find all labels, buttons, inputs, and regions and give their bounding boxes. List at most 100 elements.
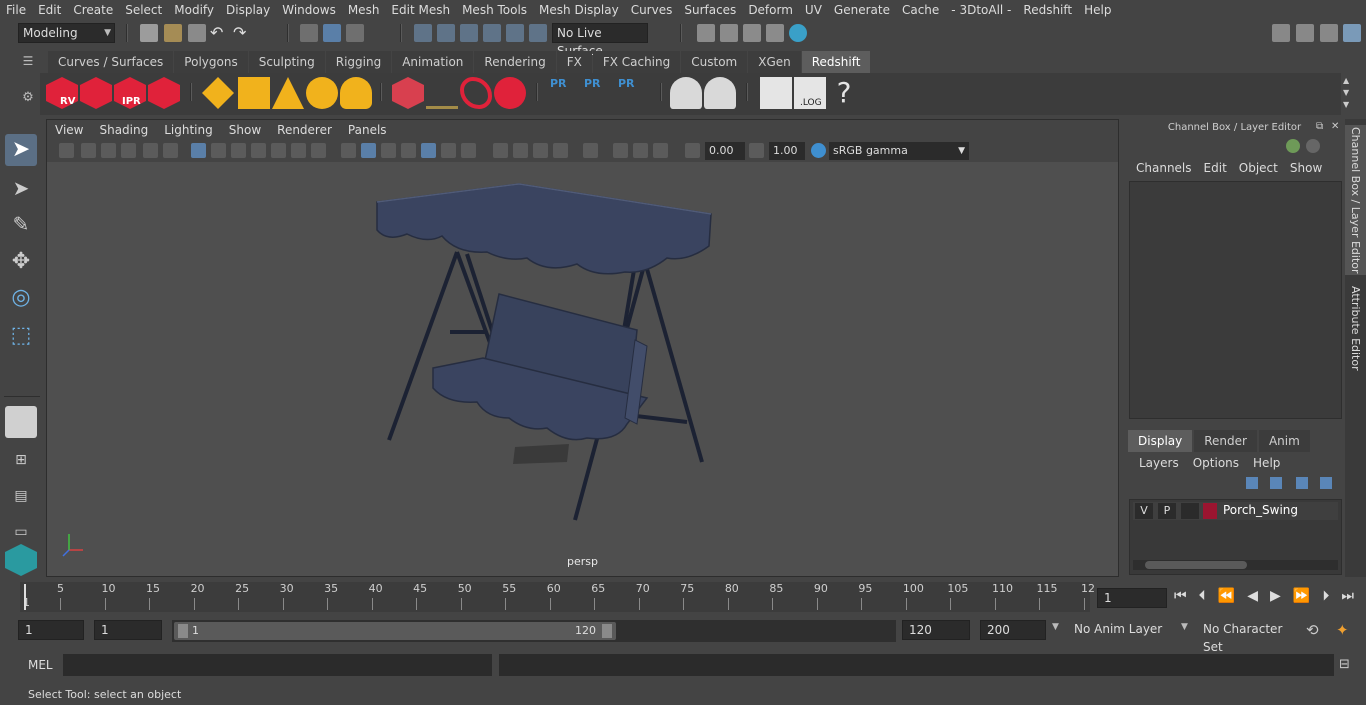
shelf-tab-rigging[interactable]: Rigging [325,51,392,73]
current-frame-marker[interactable] [24,584,26,610]
snap-curve-icon[interactable] [437,24,455,42]
snap-surface-icon[interactable] [506,24,524,42]
scene-canvas[interactable] [47,162,1118,576]
redshift-material-icon[interactable] [494,77,526,109]
panel-close-icon[interactable]: ✕ [1331,121,1339,132]
animation-preferences-icon[interactable]: ✦ [1336,621,1349,639]
shelf-tab-polygons[interactable]: Polygons [174,51,248,73]
menu-edit[interactable]: Edit [32,0,67,20]
shadows-icon[interactable] [461,143,476,158]
menu-redshift[interactable]: Redshift [1017,0,1078,20]
menu-curves[interactable]: Curves [625,0,679,20]
menu-mesh-tools[interactable]: Mesh Tools [456,0,533,20]
outliner-icon[interactable] [1296,24,1314,42]
wireframe-icon[interactable] [341,143,356,158]
snap-grid-icon[interactable] [414,24,432,42]
camera-attributes-icon[interactable] [81,143,96,158]
shelf-tab-fx[interactable]: FX [556,51,592,73]
new-scene-icon[interactable] [140,24,158,42]
layer-tab-anim[interactable]: Anim [1258,430,1310,452]
move-layer-down-icon[interactable] [1270,477,1282,489]
layer-type-toggle[interactable] [1181,503,1199,519]
range-slider[interactable]: 1 120 [172,620,896,642]
script-language-label[interactable]: MEL [28,658,53,672]
redshift-render-view-icon[interactable]: RV [46,77,78,109]
outliner-layout-icon[interactable]: ▭ [5,516,37,548]
menu-uv[interactable]: UV [799,0,828,20]
menu-create[interactable]: Create [67,0,119,20]
viewport-menu-renderer[interactable]: Renderer [269,120,340,140]
create-empty-layer-icon[interactable] [1296,477,1308,489]
depth-of-field-icon[interactable] [553,143,568,158]
end-time-field[interactable]: 200 [980,620,1046,640]
create-layer-from-selected-icon[interactable] [1320,477,1332,489]
render-frame-icon[interactable] [720,24,738,42]
shelf-tab-xgen[interactable]: XGen [748,51,801,73]
redshift-grid-icon[interactable] [238,77,270,109]
log-icon[interactable]: .LOG [794,77,826,109]
channel-box-menu-show[interactable]: Show [1284,161,1328,175]
help-icon[interactable]: ? [828,77,860,109]
redshift-pie-settings-icon[interactable] [704,77,736,109]
render-view-icon[interactable] [697,24,715,42]
layer-menu-layers[interactable]: Layers [1132,456,1186,470]
render-settings-icon[interactable] [766,24,784,42]
channel-box-menu-channels[interactable]: Channels [1130,161,1198,175]
shelf-tab-redshift[interactable]: Redshift [801,51,871,73]
image-plane-icon[interactable] [121,143,136,158]
move-layer-up-icon[interactable] [1246,477,1258,489]
color-space-select[interactable]: sRGB gamma ▼ [829,142,969,160]
shelf-settings-icon[interactable]: ⚙ [18,90,38,108]
chevron-down-icon[interactable]: ▼ [1181,622,1188,632]
step-back-frame-icon[interactable]: ⏴ [1199,588,1206,608]
paint-select-tool-icon[interactable]: ✎ [5,208,37,240]
redshift-pie-icon[interactable] [670,77,702,109]
toggle-panels-icon[interactable] [1320,24,1338,42]
shelf-menu-icon[interactable]: ☰ [18,54,38,72]
bookmark-icon[interactable] [101,143,116,158]
viewport-menu-show[interactable]: Show [221,120,269,140]
menu-surfaces[interactable]: Surfaces [678,0,742,20]
color-management-icon[interactable] [811,143,826,158]
playback-start-field[interactable]: 1 [94,620,162,640]
channel-box-menu-edit[interactable]: Edit [1198,161,1233,175]
step-forward-key-icon[interactable]: ⏩ [1293,588,1310,608]
ipr-render-icon[interactable] [743,24,761,42]
menu-help[interactable]: Help [1078,0,1117,20]
viewport-panel[interactable]: View Shading Lighting Show Renderer Panels 0.… [46,119,1119,577]
use-all-lights-icon[interactable] [441,143,456,158]
layer-menu-options[interactable]: Options [1186,456,1246,470]
redshift-spot-light-icon[interactable] [272,77,304,109]
shelf-scroll[interactable]: ▲ ▼ ▼ [1343,75,1353,113]
open-scene-icon[interactable] [164,24,182,42]
layer-tab-render[interactable]: Render [1194,430,1257,452]
viewport-menu-shading[interactable]: Shading [91,120,156,140]
menu-edit-mesh[interactable]: Edit Mesh [385,0,456,20]
redshift-ipr-icon[interactable]: IPR [114,77,146,109]
workspace-icon[interactable] [1272,24,1290,42]
playback-end-field[interactable]: 120 [902,620,970,640]
screen-space-ao-icon[interactable] [493,143,508,158]
menu-deform[interactable]: Deform [742,0,799,20]
gamma-field[interactable]: 1.00 [769,142,805,160]
menu-file[interactable]: File [0,0,32,20]
layer-tab-display[interactable]: Display [1128,430,1193,452]
live-surface-field[interactable]: No Live Surface [552,23,648,58]
xray-active-icon[interactable] [633,143,648,158]
viewport-menu-panels[interactable]: Panels [340,120,395,140]
smooth-shade-icon[interactable] [361,143,376,158]
go-to-end-icon[interactable]: ⏭ [1341,588,1354,608]
move-tool-icon[interactable]: ✥ [5,246,37,278]
grid-icon[interactable] [191,143,206,158]
grease-pencil-icon[interactable] [163,143,178,158]
go-to-start-icon[interactable]: ⏮ [1174,588,1187,608]
redshift-curve-icon[interactable] [460,77,492,109]
menu-display[interactable]: Display [220,0,276,20]
auto-key-icon[interactable]: ⟲ [1306,621,1319,639]
select-object-icon[interactable] [323,24,341,42]
wireframe-on-shaded-icon[interactable] [401,143,416,158]
menu-select[interactable]: Select [119,0,168,20]
side-tab-attribute-editor[interactable]: Attribute Editor [1345,283,1366,373]
play-backwards-icon[interactable]: ◀ [1247,588,1258,608]
redshift-hair-icon[interactable] [426,77,458,109]
